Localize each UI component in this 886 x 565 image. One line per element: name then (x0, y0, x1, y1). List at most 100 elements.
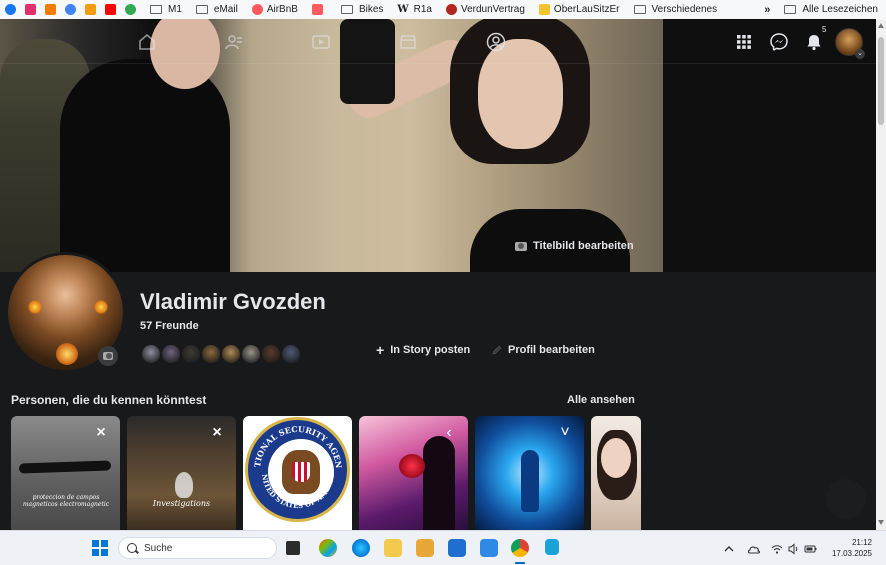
card-image-object (175, 472, 193, 498)
youtube-icon[interactable] (105, 4, 116, 15)
friends-count-link[interactable]: 57 Freunde (140, 320, 199, 332)
airbnb-icon (251, 4, 263, 15)
oberlausitz-icon (538, 4, 550, 15)
google-icon[interactable] (65, 4, 76, 15)
people-cards: proteccion de campos magneticos electrom… (11, 416, 648, 530)
bookmark-m1[interactable]: M1 (150, 4, 182, 15)
scroll-down-icon[interactable] (878, 520, 884, 525)
friends-avatars (140, 343, 302, 365)
notification-count: 5 (822, 25, 827, 34)
task-view-icon[interactable] (286, 541, 300, 555)
groups-icon[interactable] (486, 32, 506, 52)
profile-name: Vladimir Gvozden (140, 289, 326, 314)
home-icon[interactable] (138, 34, 156, 50)
edge-icon[interactable] (352, 539, 370, 557)
windows-start-icon[interactable] (92, 540, 108, 556)
system-clock[interactable]: 21:12 17.03.2025 (818, 537, 872, 559)
messenger-icon[interactable] (769, 32, 789, 52)
active-app-indicator (515, 562, 525, 564)
top-navigation: 5 ⌄ (0, 19, 876, 64)
bookmarks-bar: M1 eMail AirBnB Bikes W R1a VerdunVertrag… (0, 0, 886, 19)
person-card[interactable]: NATIONAL SECURITY AGENCY UNITED STATES O… (243, 416, 352, 530)
battery-icon[interactable] (804, 542, 817, 554)
card-face (601, 438, 631, 478)
microsoft-store-icon[interactable] (448, 539, 466, 557)
green-star-icon[interactable] (125, 4, 136, 15)
bookmark-verschiedenes[interactable]: Verschiedenes (633, 4, 717, 15)
search-icon (127, 543, 137, 553)
bookmarks-more-button[interactable]: » (764, 4, 770, 16)
marketplace-icon[interactable] (399, 34, 417, 50)
edit-profile-button[interactable]: Profil bearbeiten (492, 344, 595, 356)
plus-icon: + (376, 341, 385, 358)
person-card[interactable] (591, 416, 641, 530)
b-icon[interactable] (45, 4, 56, 15)
friend-avatar[interactable] (240, 343, 262, 365)
scroll-thumb[interactable] (878, 37, 884, 125)
friend-avatar[interactable] (160, 343, 182, 365)
all-bookmarks-button[interactable]: Alle Lesezeichen (784, 4, 878, 15)
photos-icon[interactable] (480, 539, 498, 557)
see-all-link[interactable]: Alle ansehen (567, 394, 635, 406)
folder-icon (195, 5, 208, 14)
folder-icon (340, 5, 353, 14)
close-icon[interactable]: ‹ (442, 425, 456, 441)
bookmark-airbnb-alt[interactable] (311, 4, 327, 15)
card-figure (423, 436, 455, 530)
friend-avatar[interactable] (180, 343, 202, 365)
close-icon[interactable]: ˅ (558, 425, 572, 441)
friend-avatar[interactable] (280, 343, 302, 365)
people-you-may-know-title: Personen, die du kennen könntest (11, 393, 207, 407)
new-message-button[interactable] (826, 479, 866, 519)
friend-avatar[interactable] (140, 343, 162, 365)
person-card[interactable]: proteccion de campos magneticos electrom… (11, 416, 120, 530)
wifi-icon[interactable] (771, 542, 783, 554)
profile-orb-right (94, 300, 108, 314)
vertical-scrollbar[interactable] (876, 19, 886, 530)
camera-icon (103, 352, 113, 360)
edit-cover-button[interactable]: Titelbild bearbeiten (515, 240, 634, 252)
account-chevron-icon[interactable]: ⌄ (855, 49, 865, 59)
pencil-icon (492, 345, 502, 355)
person-card[interactable]: ˅ (475, 416, 584, 530)
profile-jewel (56, 343, 78, 365)
instagram-icon[interactable] (25, 4, 36, 15)
bookmark-r1a[interactable]: W R1a (397, 4, 432, 15)
cover-figure-black (60, 59, 230, 272)
friends-icon[interactable] (225, 34, 243, 50)
onedrive-icon[interactable] (747, 542, 761, 554)
media-player-icon[interactable] (416, 539, 434, 557)
bookmark-airbnb[interactable]: AirBnB (251, 4, 298, 15)
chrome-icon[interactable] (511, 539, 529, 557)
person-card[interactable]: ‹ (359, 416, 468, 530)
d-icon[interactable] (85, 4, 96, 15)
profile-picture-camera-button[interactable] (98, 346, 118, 366)
wikipedia-icon: W (397, 4, 409, 15)
person-card[interactable]: Investigations × (127, 416, 236, 530)
menu-grid-icon[interactable] (734, 32, 754, 52)
notifications-icon[interactable] (804, 32, 824, 52)
friend-avatar[interactable] (200, 343, 222, 365)
snipping-tool-icon[interactable] (545, 539, 559, 555)
copilot-icon[interactable] (319, 539, 337, 557)
facebook-icon[interactable] (5, 4, 16, 15)
file-explorer-icon[interactable] (384, 539, 402, 557)
post-story-button[interactable]: + In Story posten (376, 341, 470, 358)
volume-icon[interactable] (788, 542, 800, 555)
taskbar-search[interactable]: Suche (118, 537, 277, 559)
scroll-up-icon[interactable] (878, 23, 884, 28)
folder-icon (784, 5, 797, 14)
nsa-seal: NATIONAL SECURITY AGENCY UNITED STATES O… (245, 417, 350, 522)
airbnb-alt-icon (311, 4, 323, 15)
bookmark-oberlausitzer[interactable]: OberLauSitzEr (538, 4, 620, 15)
folder-icon (150, 5, 162, 14)
video-icon[interactable] (312, 34, 330, 50)
bookmark-verdunvertrag[interactable]: VerdunVertrag (445, 4, 525, 15)
close-icon[interactable]: × (210, 425, 224, 441)
friend-avatar[interactable] (220, 343, 242, 365)
friend-avatar[interactable] (260, 343, 282, 365)
bookmark-bikes[interactable]: Bikes (340, 4, 383, 15)
chevron-up-icon[interactable] (723, 542, 735, 554)
bookmark-email[interactable]: eMail (195, 4, 238, 15)
close-icon[interactable]: × (94, 425, 108, 441)
